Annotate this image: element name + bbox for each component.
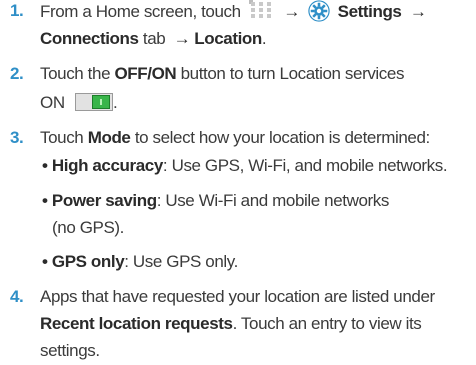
option-desc: : Use Wi-Fi and mobile networks xyxy=(156,191,390,210)
period: . xyxy=(113,93,118,112)
step-4-line-2: Recent location requests. Touch an entry… xyxy=(40,313,422,335)
bullet: • xyxy=(42,252,48,271)
period: . xyxy=(261,29,267,48)
step-text: ON xyxy=(40,93,65,112)
option-label: High accuracy xyxy=(51,156,163,175)
step-text: Touch the xyxy=(40,64,111,83)
step-number: 2. xyxy=(10,64,24,83)
step-1-line-2: Connections tab → Location. xyxy=(40,28,267,50)
option-desc: (no GPS). xyxy=(52,218,124,237)
arrow-glyph: → xyxy=(283,2,300,21)
option-desc: : Use GPS, Wi-Fi, and mobile networks. xyxy=(162,156,448,175)
offon-label: OFF/ON xyxy=(114,64,177,83)
step-text: button to turn Location services xyxy=(180,64,405,83)
settings-label: Settings xyxy=(337,2,402,21)
connections-label: Connections xyxy=(40,29,139,48)
on-toggle-icon xyxy=(75,93,114,111)
settings-gear-icon xyxy=(308,0,330,22)
mode-option-gps-only: • GPS only: Use GPS only. xyxy=(42,251,238,273)
option-label: GPS only xyxy=(51,252,125,271)
location-label: Location xyxy=(194,29,262,48)
option-label: Power saving xyxy=(51,191,157,210)
step-number: 3. xyxy=(10,128,24,147)
arrow-glyph: → xyxy=(409,2,427,21)
step-number: 4. xyxy=(10,287,24,306)
toggle-knob xyxy=(92,95,111,109)
step-text: settings. xyxy=(40,341,100,360)
step-text: . Touch an entry to view its xyxy=(232,314,422,333)
step-1-line-1: From a Home screen, touch → Settings → xyxy=(40,0,430,23)
recent-location-requests-label: Recent location requests xyxy=(40,314,233,333)
tab-word: tab xyxy=(142,29,166,48)
apps-grid-icon xyxy=(249,0,274,20)
step-3-line-1: Touch Mode to select how your location i… xyxy=(40,127,430,149)
mode-label: Mode xyxy=(87,128,131,147)
step-text: Touch xyxy=(40,128,84,147)
option-desc: : Use GPS only. xyxy=(124,252,238,271)
mode-option-power-saving-line-2: (no GPS). xyxy=(52,217,124,239)
step-text: to select how your location is determine… xyxy=(134,128,430,147)
instruction-document: 1. From a Home screen, touch → Settings … xyxy=(0,0,476,365)
mode-option-high-accuracy: • High accuracy: Use GPS, Wi-Fi, and mob… xyxy=(42,155,448,177)
step-2-line-2: ON . xyxy=(40,92,118,114)
step-4-line-1: Apps that have requested your location a… xyxy=(40,286,435,308)
bullet: • xyxy=(42,156,48,175)
step-2-line-1: Touch the OFF/ON button to turn Location… xyxy=(40,63,404,85)
step-text: Apps that have requested your location a… xyxy=(40,287,435,306)
bullet: • xyxy=(42,191,48,210)
mode-option-power-saving: • Power saving: Use Wi-Fi and mobile net… xyxy=(42,190,389,212)
arrow-glyph: → xyxy=(173,29,191,48)
step-text: From a Home screen, touch xyxy=(40,2,241,21)
step-number: 1. xyxy=(10,1,24,20)
step-4-line-3: settings. xyxy=(40,340,100,362)
